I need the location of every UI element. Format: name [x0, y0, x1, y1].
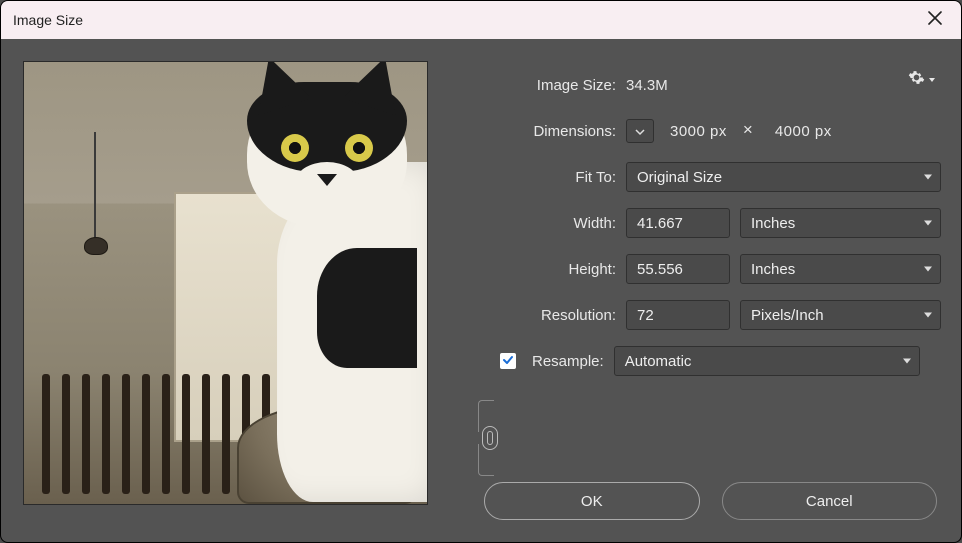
aspect-link-bracket [478, 400, 498, 476]
dimensions-row: Dimensions: 3000 px × 4000 px [484, 111, 941, 151]
multiply-symbol: × [743, 120, 753, 140]
width-field[interactable] [637, 215, 719, 232]
image-preview [23, 61, 428, 505]
chevron-down-icon [929, 78, 935, 82]
resolution-input[interactable] [626, 300, 730, 330]
image-size-label: Image Size: [484, 77, 616, 94]
controls-panel: Image Size: 34.3M Dimensions: 3000 px × … [484, 61, 941, 526]
dimensions-unit-button[interactable] [626, 119, 654, 143]
gear-icon [908, 69, 925, 90]
fit-to-row: Fit To: Original Size [484, 157, 941, 197]
ok-button[interactable]: OK [484, 482, 700, 520]
close-button[interactable] [921, 6, 949, 34]
chevron-down-icon [924, 313, 932, 318]
chevron-down-icon [924, 267, 932, 272]
width-label: Width: [500, 215, 616, 232]
chevron-down-icon [924, 175, 932, 180]
resolution-row: Resolution: Pixels/Inch [484, 295, 941, 335]
checkmark-icon [502, 353, 514, 370]
width-unit-value: Inches [751, 215, 795, 232]
resample-value: Automatic [625, 353, 692, 370]
resample-select[interactable]: Automatic [614, 346, 920, 376]
chevron-down-icon [903, 359, 911, 364]
resample-label: Resample: [532, 353, 604, 370]
chevron-down-icon [635, 123, 645, 140]
dialog-footer: OK Cancel [484, 482, 937, 526]
height-label: Height: [500, 261, 616, 278]
width-unit-select[interactable]: Inches [740, 208, 941, 238]
image-size-dialog: Image Size [0, 0, 962, 543]
dimensions-height: 4000 px [775, 123, 832, 140]
resolution-label: Resolution: [484, 307, 616, 324]
image-size-row: Image Size: 34.3M [484, 65, 941, 105]
fit-to-value: Original Size [637, 169, 722, 186]
height-input[interactable] [626, 254, 730, 284]
image-size-value: 34.3M [626, 77, 668, 94]
resolution-field[interactable] [637, 307, 719, 324]
height-unit-value: Inches [751, 261, 795, 278]
settings-menu-button[interactable] [908, 69, 935, 90]
fit-to-label: Fit To: [484, 169, 616, 186]
cancel-label: Cancel [806, 493, 853, 510]
close-icon [928, 11, 942, 30]
ok-label: OK [581, 493, 603, 510]
width-row: Width: Inches [500, 203, 941, 243]
dimensions-width: 3000 px [670, 123, 727, 140]
width-input[interactable] [626, 208, 730, 238]
titlebar: Image Size [1, 1, 961, 39]
dialog-title: Image Size [13, 12, 83, 28]
resample-row: Resample: Automatic [500, 341, 941, 381]
resolution-unit-select[interactable]: Pixels/Inch [740, 300, 941, 330]
height-row: Height: Inches [500, 249, 941, 289]
resample-checkbox[interactable] [500, 353, 516, 369]
dimensions-label: Dimensions: [484, 123, 616, 140]
dialog-body: Image Size: 34.3M Dimensions: 3000 px × … [1, 39, 961, 542]
fit-to-select[interactable]: Original Size [626, 162, 941, 192]
height-unit-select[interactable]: Inches [740, 254, 941, 284]
height-field[interactable] [637, 261, 719, 278]
resolution-unit-value: Pixels/Inch [751, 307, 824, 324]
chevron-down-icon [924, 221, 932, 226]
cancel-button[interactable]: Cancel [722, 482, 938, 520]
